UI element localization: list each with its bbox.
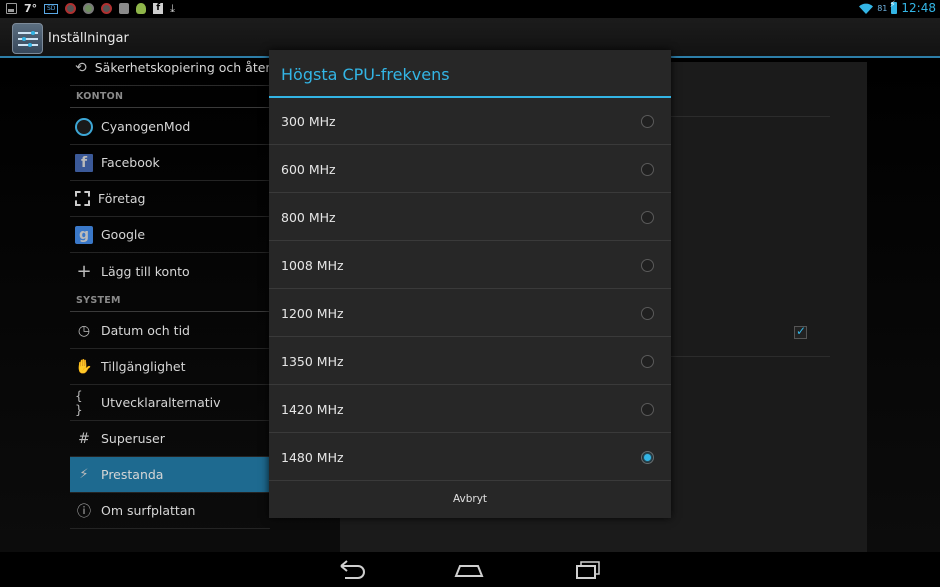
option-label: 1200 MHz [281, 306, 344, 321]
option-row[interactable]: 1200 MHz [269, 290, 671, 337]
battery-charging-icon [889, 0, 898, 14]
list-item-label: Utvecklaralternativ [101, 395, 221, 410]
option-row-selected[interactable]: 1480 MHz [269, 434, 671, 481]
sim-icon: SD [44, 3, 59, 14]
backup-icon: ⟲ [75, 59, 87, 76]
android-icon [136, 3, 147, 14]
list-item-label: Prestanda [101, 467, 164, 482]
list-item-label: Lägg till konto [101, 263, 190, 279]
list-item-add-account[interactable]: + Lägg till konto [70, 253, 270, 289]
settings-icon[interactable] [12, 23, 43, 54]
option-row[interactable]: 1350 MHz [269, 338, 671, 385]
radio-button[interactable] [641, 259, 654, 272]
option-label: 1420 MHz [281, 402, 344, 417]
radio-button[interactable] [641, 163, 654, 176]
page-title: Inställningar [48, 31, 129, 46]
cpu-frequency-dialog: Högsta CPU-frekvens 300 MHz 600 MHz 800 … [269, 50, 671, 518]
radio-button[interactable] [641, 307, 654, 320]
recent-apps-icon[interactable] [568, 558, 608, 582]
option-row[interactable]: 300 MHz [269, 98, 671, 145]
gallery-icon [6, 3, 17, 14]
facebook-icon: f [153, 3, 164, 14]
option-label: 1480 MHz [281, 450, 344, 465]
navigation-bar [0, 552, 940, 587]
info-icon: ⓘ [77, 503, 91, 520]
option-label: 1008 MHz [281, 258, 344, 273]
hash-icon: # [78, 430, 90, 447]
shield-icon [119, 3, 130, 14]
list-item-label: Företag [98, 191, 146, 206]
list-item-cyanogenmod[interactable]: CyanogenMod [70, 109, 270, 145]
settings-list: ⟲ Säkerhetskopiering och åters KONTON Cy… [70, 60, 277, 552]
clock-icon: ◷ [77, 322, 91, 339]
corporate-icon [75, 191, 90, 206]
plus-icon: + [76, 260, 92, 282]
list-item-google[interactable]: g Google [70, 217, 270, 253]
battery-level: 81 [877, 3, 888, 13]
performance-icon: ⚡ [79, 467, 89, 482]
back-icon[interactable] [331, 558, 371, 582]
list-item-label: Superuser [101, 431, 165, 446]
dialog-title: Högsta CPU-frekvens [281, 65, 450, 84]
system-icons: 81 12:48 [859, 0, 936, 15]
list-item-accessibility[interactable]: ✋ Tillgänglighet [70, 349, 270, 385]
list-item-facebook[interactable]: f Facebook [70, 145, 270, 181]
radio-button[interactable] [641, 115, 654, 128]
list-item-label: Om surfplattan [101, 503, 196, 518]
option-row[interactable]: 1420 MHz [269, 386, 671, 433]
checkbox[interactable] [794, 324, 807, 339]
clock: 12:48 [901, 1, 936, 15]
option-label: 300 MHz [281, 114, 336, 129]
option-row[interactable]: 800 MHz [269, 194, 671, 241]
cancel-button[interactable]: Avbryt [269, 480, 671, 518]
option-row[interactable]: 600 MHz [269, 146, 671, 193]
blocked-app-icon [101, 3, 113, 14]
cancel-button-label: Avbryt [452, 493, 488, 505]
radio-button-selected[interactable] [641, 451, 654, 464]
list-item-label: Facebook [101, 155, 160, 170]
braces-icon: { } [75, 388, 83, 417]
list-item-about-tablet[interactable]: ⓘ Om surfplattan [70, 493, 270, 529]
option-row[interactable]: 1008 MHz [269, 242, 671, 289]
temperature-readout: 7° [24, 2, 38, 15]
option-label: 1350 MHz [281, 354, 344, 369]
option-label: 600 MHz [281, 162, 336, 177]
list-item-corporate[interactable]: Företag [70, 181, 270, 217]
notification-icons: 7° SD f ⤓ [6, 2, 175, 15]
wifi-icon [859, 3, 874, 14]
cyanogenmod-icon [75, 117, 93, 136]
list-item-superuser[interactable]: # Superuser [70, 421, 270, 457]
divider [70, 107, 270, 108]
radio-button[interactable] [641, 355, 654, 368]
status-bar: 7° SD f ⤓ 81 12:48 [0, 0, 940, 18]
list-item-backup[interactable]: ⟲ Säkerhetskopiering och åters [70, 50, 277, 86]
list-item-label: Google [101, 227, 146, 242]
list-item-label: Tillgänglighet [101, 359, 186, 374]
list-item-label: CyanogenMod [101, 119, 191, 134]
list-item-label: Datum och tid [101, 323, 190, 338]
section-header-system: SYSTEM [76, 295, 121, 306]
radio-button[interactable] [641, 403, 654, 416]
app-icon [83, 3, 95, 14]
option-label: 800 MHz [281, 210, 336, 225]
list-item-performance[interactable]: ⚡ Prestanda [70, 457, 270, 493]
list-item-developer-options[interactable]: { } Utvecklaralternativ [70, 385, 270, 421]
section-header-accounts: KONTON [76, 91, 124, 102]
download-icon: ⤓ [170, 2, 176, 15]
divider [70, 311, 270, 312]
google-icon: g [75, 225, 93, 244]
hand-icon: ✋ [75, 358, 93, 375]
facebook-icon: f [75, 153, 93, 172]
list-item-date-time[interactable]: ◷ Datum och tid [70, 313, 270, 349]
home-icon[interactable] [449, 558, 489, 582]
list-item-label: Säkerhetskopiering och åters [94, 60, 278, 75]
blocked-app-icon [65, 3, 77, 14]
radio-button[interactable] [641, 211, 654, 224]
